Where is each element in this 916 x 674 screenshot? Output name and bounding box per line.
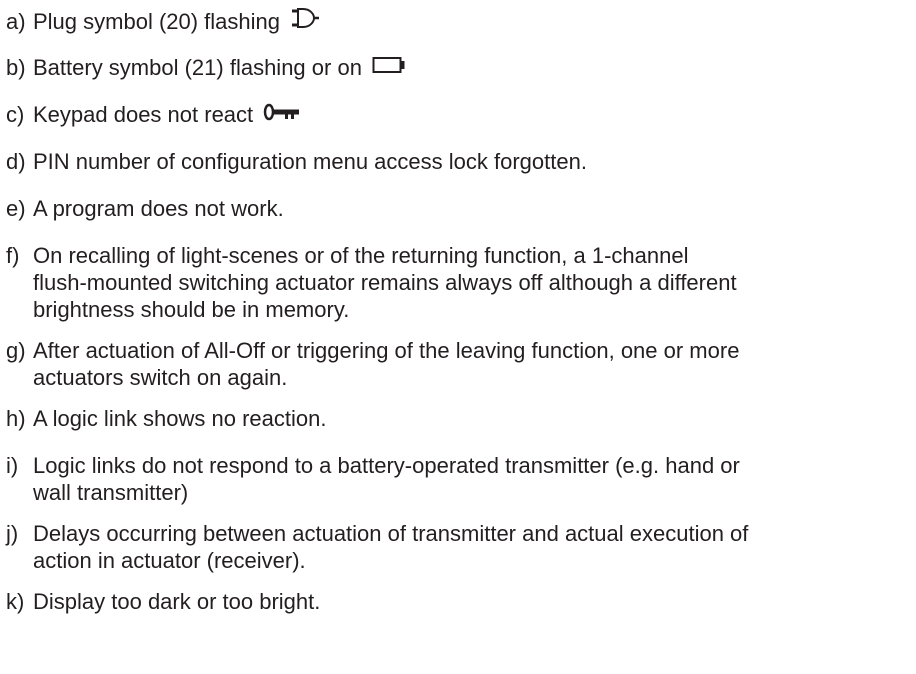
item-text: Battery symbol (21) flashing or on xyxy=(33,54,408,83)
item-text: Logic links do not respond to a battery-… xyxy=(33,452,740,506)
item-text: Plug symbol (20) flashing xyxy=(33,8,320,38)
item-text: A logic link shows no reaction. xyxy=(33,405,327,432)
item-letter: b) xyxy=(6,55,26,80)
item-line: action in actuator (receiver). xyxy=(33,548,306,573)
item-text: On recalling of light-scenes or of the r… xyxy=(33,242,737,323)
item-line: A program does not work. xyxy=(33,196,284,221)
item-letter: f) xyxy=(6,243,20,268)
item-line: Delays occurring between actuation of tr… xyxy=(33,521,749,546)
item-letter: e) xyxy=(6,196,26,221)
item-letter: c) xyxy=(6,102,25,127)
battery-icon xyxy=(372,54,408,81)
item-letter: d) xyxy=(6,149,26,174)
item-letter: g) xyxy=(6,338,26,363)
item-line: actuators switch on again. xyxy=(33,365,288,390)
item-line: Display too dark or too bright. xyxy=(33,589,321,614)
key-icon xyxy=(263,101,301,128)
plug-icon xyxy=(290,6,320,36)
item-letter: j) xyxy=(6,521,19,546)
item-text: Delays occurring between actuation of tr… xyxy=(33,520,748,574)
item-line: A logic link shows no reaction. xyxy=(33,406,327,431)
item-line: flush-mounted switching actuator remains… xyxy=(33,270,737,295)
item-letter: h) xyxy=(6,406,26,431)
item-line: Plug symbol (20) flashing xyxy=(33,9,281,34)
item-text: PIN number of configuration menu access … xyxy=(33,148,587,175)
item-letter: a) xyxy=(6,9,26,34)
item-text: Display too dark or too bright. xyxy=(33,588,320,615)
item-line: Logic links do not respond to a battery-… xyxy=(33,453,740,478)
item-line: Battery symbol (21) flashing or on xyxy=(33,55,362,80)
item-letter: i) xyxy=(6,453,19,478)
item-line: After actuation of All-Off or triggering… xyxy=(33,338,740,363)
item-line: wall transmitter) xyxy=(33,480,189,505)
item-text: After actuation of All-Off or triggering… xyxy=(33,337,739,391)
item-letter: k) xyxy=(6,589,25,614)
item-text: A program does not work. xyxy=(33,195,284,222)
item-line: Keypad does not react xyxy=(33,102,254,127)
item-line: On recalling of light-scenes or of the r… xyxy=(33,243,689,268)
item-text: Keypad does not react xyxy=(33,101,301,130)
item-line: brightness should be in memory. xyxy=(33,297,350,322)
item-line: PIN number of configuration menu access … xyxy=(33,149,587,174)
